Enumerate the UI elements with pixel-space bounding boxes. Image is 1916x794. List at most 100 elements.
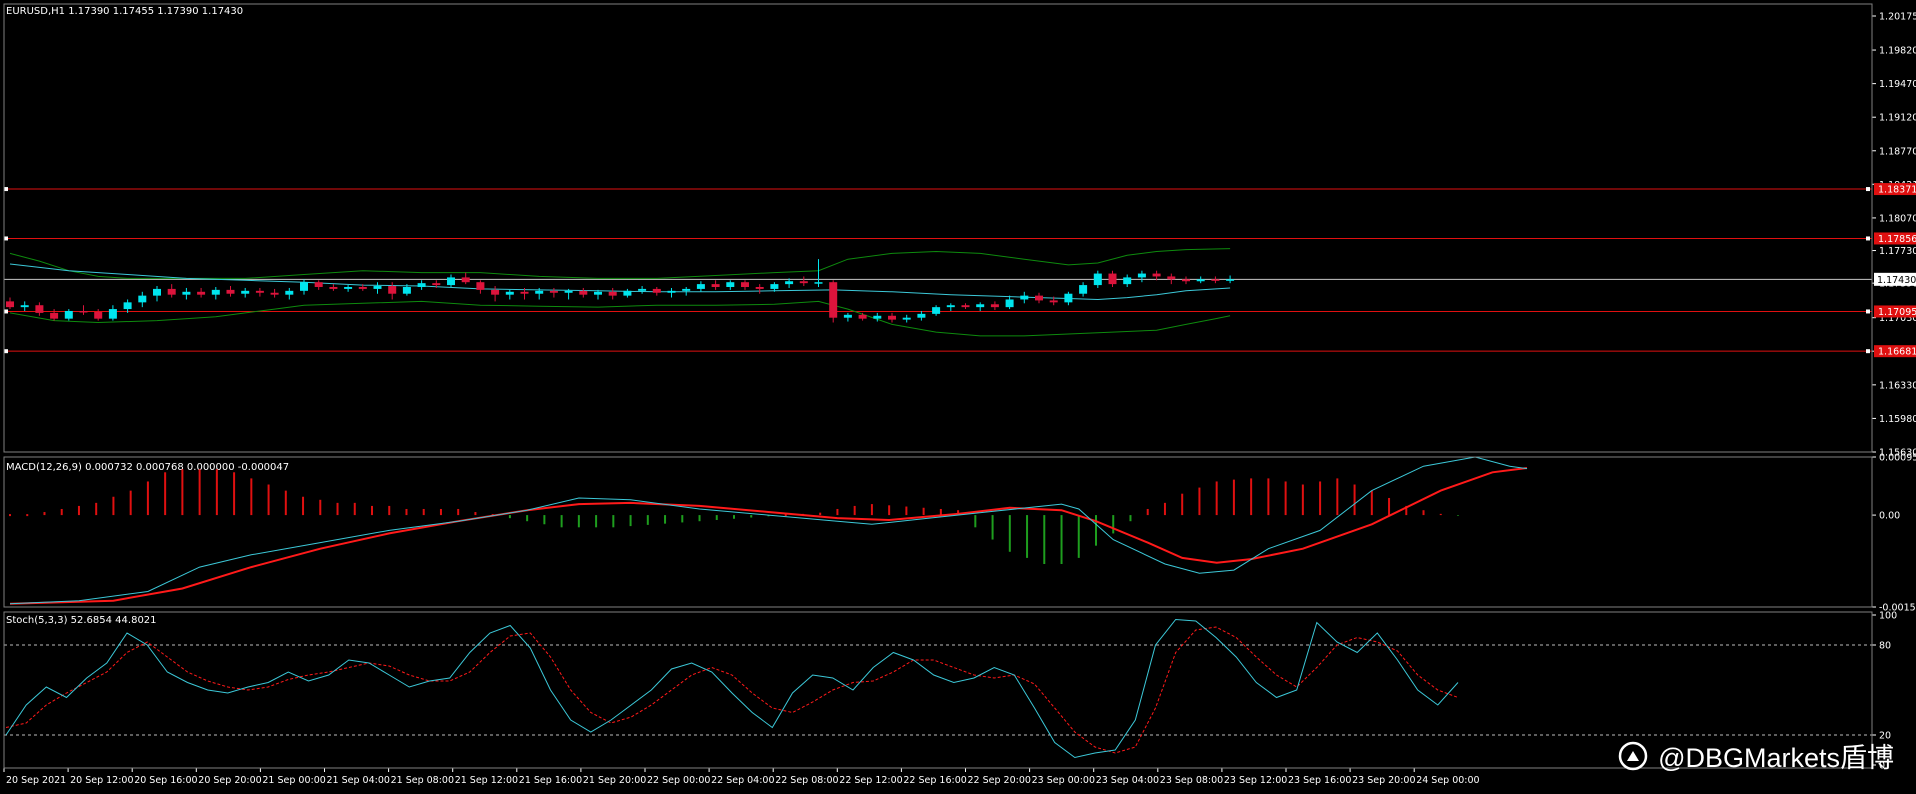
candle-body [314, 282, 323, 287]
candle-body [843, 314, 852, 318]
candle-body [873, 315, 882, 319]
candle-body [94, 311, 103, 319]
time-tick-label: 21 Sep 04:00 [327, 775, 390, 786]
candle-body [197, 291, 206, 295]
stoch-tick-label: 80 [1879, 641, 1891, 652]
candle-body [64, 310, 73, 319]
price-tick-label: 1.17730 [1879, 246, 1916, 257]
candle-body [432, 283, 441, 286]
candle-body [608, 291, 617, 296]
pane-border-3 [3, 611, 1873, 769]
moving-average-line [9, 263, 1231, 301]
pane-border-1 [3, 3, 1873, 453]
candle-body [476, 282, 485, 290]
candle-body [505, 291, 514, 295]
candle-body [241, 290, 250, 294]
candle-body [167, 288, 176, 295]
level-price-label: 1.18371 [1878, 185, 1916, 196]
time-tick-label: 23 Sep 08:00 [1160, 775, 1223, 786]
candle-body [50, 312, 59, 319]
candle-body [1211, 279, 1220, 281]
symbol-header: EURUSD,H1 1.17390 1.17455 1.17390 1.1743… [6, 6, 243, 17]
candle-body [682, 288, 691, 291]
bollinger-upper-line [9, 248, 1231, 279]
candle-body [829, 282, 838, 318]
price-tick-label: 1.19820 [1879, 46, 1916, 57]
candle-body [388, 286, 397, 294]
time-tick-label: 22 Sep 08:00 [775, 775, 838, 786]
candle-body [402, 286, 411, 294]
candle-body [932, 307, 941, 314]
macd-header: MACD(12,26,9) 0.000732 0.000768 0.000000… [6, 462, 289, 473]
macd-tick-label: 0.00095 [1879, 453, 1916, 464]
candle-body [1123, 277, 1132, 285]
price-tick-label: 1.15980 [1879, 414, 1916, 425]
candle-body [917, 313, 926, 318]
candle-body [1005, 299, 1014, 308]
candle-body [226, 289, 235, 294]
level-anchor-left [4, 309, 8, 314]
candle-body [888, 315, 896, 320]
candle-body [211, 289, 220, 295]
candle-body [255, 290, 264, 293]
candle-body [623, 290, 632, 296]
stoch-pane[interactable]: Stoch(5,3,3) 52.6854 44.8021 10080200 [4, 611, 1897, 772]
time-tick-label: 22 Sep 20:00 [968, 775, 1031, 786]
macd-histogram-bar [26, 514, 29, 517]
candle-body [1137, 273, 1146, 278]
candle-body [447, 277, 455, 286]
candle-body [358, 286, 367, 289]
stoch-tick-label: 100 [1879, 611, 1897, 622]
time-tick-label: 23 Sep 12:00 [1224, 775, 1287, 786]
candle-body [285, 290, 294, 295]
macd-main-line [9, 456, 1528, 605]
time-tick-label: 22 Sep 16:00 [903, 775, 966, 786]
time-tick-label: 21 Sep 00:00 [262, 775, 325, 786]
trading-chart[interactable]: EURUSD,H1 1.17390 1.17455 1.17390 1.1743… [0, 0, 1916, 791]
time-tick-label: 22 Sep 00:00 [647, 775, 710, 786]
candle-body [946, 305, 955, 308]
candle-body [108, 309, 117, 319]
candle-body [1152, 273, 1161, 277]
price-tick-label: 1.18770 [1879, 146, 1916, 157]
time-tick-label: 20 Sep 2021 [6, 775, 66, 786]
level-anchor-right [1866, 309, 1870, 314]
macd-pane[interactable]: MACD(12,26,9) 0.000732 0.000768 0.000000… [6, 453, 1916, 614]
candle-body [696, 284, 705, 289]
candle-body [1093, 273, 1102, 286]
candle-body [1035, 295, 1043, 301]
time-tick-label: 23 Sep 20:00 [1352, 775, 1415, 786]
price-tick-label: 1.20175 [1879, 11, 1916, 22]
level-anchor-right [1866, 187, 1870, 192]
macd-signal-line [9, 467, 1528, 605]
time-axis: 20 Sep 2021 20 Sep 12:00 20 Sep 16:00 20 Se… [3, 768, 1480, 786]
candle-body [300, 282, 308, 291]
time-tick-label: 20 Sep 12:00 [70, 775, 133, 786]
level-price-label: 1.16681 [1878, 347, 1916, 358]
candle-body [711, 284, 720, 287]
candle-body [726, 282, 735, 287]
level-anchor-right [1866, 236, 1870, 241]
stoch-signal-line [5, 626, 1459, 754]
candle-body [535, 290, 544, 294]
time-tick-label: 22 Sep 12:00 [839, 775, 902, 786]
chart-canvas[interactable]: EURUSD,H1 1.17390 1.17455 1.17390 1.1743… [0, 0, 1916, 791]
stoch-header: Stoch(5,3,3) 52.6854 44.8021 [6, 615, 157, 626]
time-tick-label: 20 Sep 20:00 [198, 775, 261, 786]
candle-body [153, 288, 161, 296]
price-pane[interactable]: EURUSD,H1 1.17390 1.17455 1.17390 1.1743… [4, 6, 1916, 459]
level-anchor-left [4, 349, 8, 354]
candle-body [976, 304, 985, 308]
candle-body [520, 291, 529, 294]
candle-body [123, 302, 132, 310]
candle-body [20, 305, 29, 308]
time-tick-label: 21 Sep 16:00 [519, 775, 582, 786]
candle-body [1226, 279, 1235, 281]
time-tick-label: 21 Sep 08:00 [391, 775, 454, 786]
price-tick-label: 1.19470 [1879, 79, 1916, 90]
time-tick-label: 23 Sep 16:00 [1288, 775, 1351, 786]
candle-body [814, 282, 823, 284]
candle-body [667, 290, 676, 293]
candle-body [990, 304, 999, 308]
candle-body [182, 291, 191, 295]
